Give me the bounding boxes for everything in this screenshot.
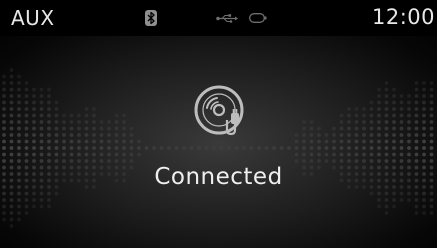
usb-icon [216, 14, 238, 23]
equalizer-backdrop [2, 68, 434, 228]
connection-status: Connected [154, 164, 283, 190]
clock: 12:00 [371, 5, 435, 29]
aux-screen: AUX 12:00 Connected [0, 0, 437, 248]
bluetooth-icon [145, 10, 157, 26]
status-bar: AUX 12:00 [0, 0, 437, 36]
ipod-icon [249, 13, 267, 23]
source-label: AUX [11, 6, 55, 30]
aux-disc-icon [194, 85, 244, 136]
